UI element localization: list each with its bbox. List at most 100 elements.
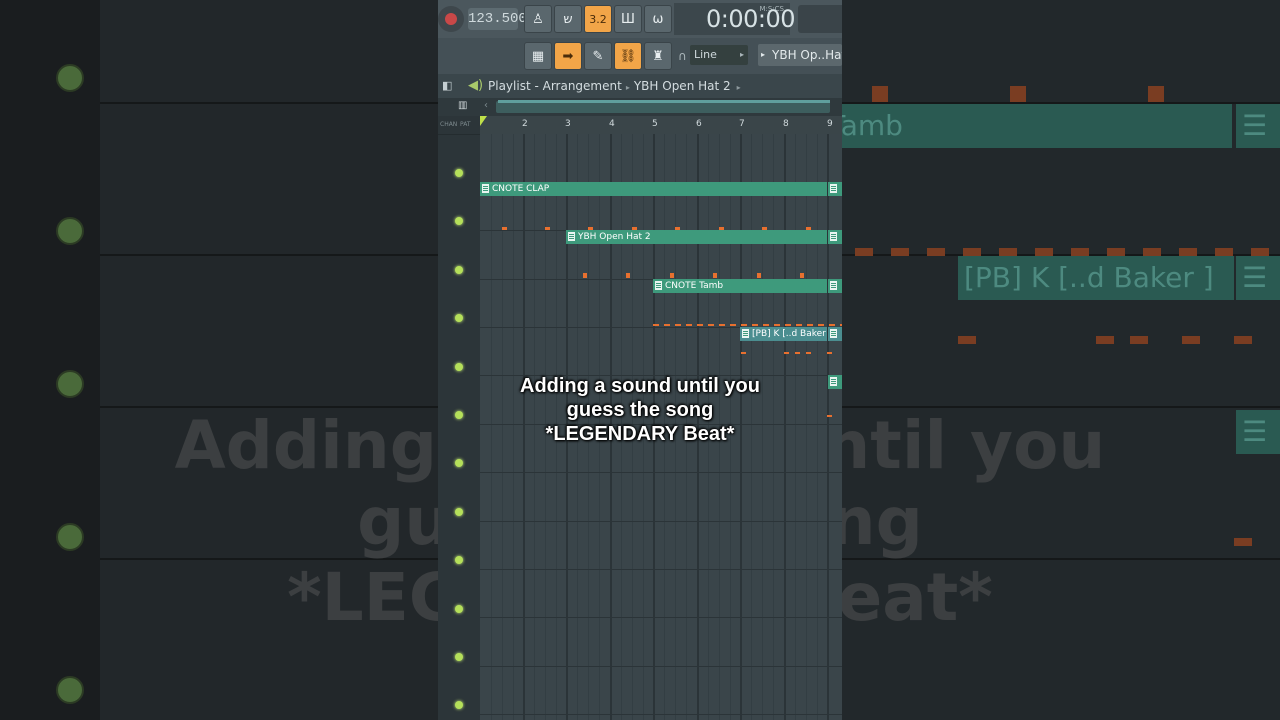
clip-menu-icon[interactable] <box>830 232 837 241</box>
pattern-clip[interactable] <box>828 182 842 196</box>
clip-menu-icon[interactable] <box>742 329 749 338</box>
clip-label: YBH Open Hat 2 <box>578 232 651 242</box>
track-mute-toggle[interactable] <box>455 701 463 709</box>
playhead-marker[interactable] <box>480 116 487 126</box>
pattern-clip[interactable]: CNOTE CLAP <box>480 182 827 196</box>
background-note <box>872 86 888 102</box>
clip-menu-icon[interactable] <box>830 329 837 338</box>
note-marker <box>653 324 842 326</box>
track-divider <box>480 617 842 618</box>
ruler-number: 6 <box>696 119 702 129</box>
track-mute-toggle[interactable] <box>455 314 463 322</box>
pattern-clip[interactable]: CNOTE Tamb <box>653 279 827 293</box>
step-edit-icon: Ш <box>621 11 635 27</box>
track-mute-toggle[interactable] <box>455 459 463 467</box>
background-note <box>1130 336 1148 344</box>
playlist-pattern[interactable]: YBH Open Hat 2 <box>634 79 731 93</box>
brush-tool-button[interactable]: ✎ <box>584 42 612 70</box>
background-dot <box>56 217 84 245</box>
background-dot <box>56 64 84 92</box>
link-button[interactable]: ⛓ <box>614 42 642 70</box>
snap-mode-select[interactable]: Line ▸ <box>690 45 748 65</box>
ruler-number: 3 <box>565 119 571 129</box>
clip-label: CNOTE CLAP <box>492 184 550 194</box>
background-note <box>958 336 976 344</box>
track-mute-toggle[interactable] <box>455 363 463 371</box>
breadcrumb-arrow-icon: ▸ <box>736 83 741 92</box>
track-mute-toggle[interactable] <box>455 217 463 225</box>
note-marker <box>757 273 761 278</box>
step-edit-button[interactable]: Ш <box>614 5 642 33</box>
arrow-tool-button[interactable]: ➡ <box>554 42 582 70</box>
clip-menu-icon[interactable] <box>830 184 837 193</box>
typing-keyboard-icon: ▦ <box>531 48 545 64</box>
metronome-button[interactable]: ♙ <box>524 5 552 33</box>
metronome-icon: ♙ <box>532 11 544 27</box>
note-marker <box>806 352 811 354</box>
hint-panel <box>798 5 842 33</box>
note-marker <box>800 273 804 278</box>
piano-icon[interactable]: ▥ <box>458 100 474 112</box>
transport-toolbar: 123.500 ♙ ש 3.2 Ш ω M:S:CS 0:00:00 <box>438 0 842 38</box>
record-icon <box>445 13 457 25</box>
clip-menu-icon[interactable] <box>568 232 575 241</box>
channel-select[interactable]: ▸ YBH Op..Hat <box>758 44 842 66</box>
pattern-clip[interactable]: YBH Open Hat 2 <box>566 230 827 244</box>
track-divider <box>438 134 480 135</box>
countdown-icon: 3.2 <box>589 12 607 26</box>
clip-menu-icon[interactable] <box>830 281 837 290</box>
track-divider <box>480 666 842 667</box>
stamp-button[interactable]: ♜ <box>644 42 672 70</box>
speaker-icon[interactable]: ◀) <box>468 74 483 98</box>
track-divider <box>480 521 842 522</box>
pat-header: PAT <box>460 121 471 128</box>
background-clip: ☰ <box>1236 104 1280 148</box>
clip-label: CNOTE Tamb <box>665 281 724 291</box>
caption-line: guess the song <box>566 399 714 421</box>
clip-menu-icon[interactable] <box>655 281 662 290</box>
track-mute-toggle[interactable] <box>455 266 463 274</box>
playlist-menu-icon[interactable]: ◧ <box>442 74 452 98</box>
tempo-display[interactable]: 123.500 <box>468 8 527 30</box>
ruler-number: 9 <box>827 119 833 129</box>
caption-line: *LEGENDARY Beat* <box>545 423 735 445</box>
background-note <box>1148 86 1164 102</box>
link-icon: ⛓ <box>619 48 637 64</box>
scrollbar-thumb[interactable] <box>498 100 830 103</box>
note-marker <box>502 227 507 230</box>
playlist-snap-bar: ▥ ‹ <box>438 98 842 116</box>
background-dot <box>56 370 84 398</box>
pattern-clip[interactable]: [PB] K [..d Baker ] <box>740 327 827 341</box>
timeline-ruler[interactable]: 2 3 4 5 6 7 8 9 <box>480 116 842 134</box>
track-mute-toggle[interactable] <box>455 169 463 177</box>
background-dot <box>56 676 84 704</box>
pattern-clip[interactable] <box>828 279 842 293</box>
wait-icon: ש <box>563 11 573 27</box>
ruler-number: 5 <box>652 119 658 129</box>
clip-menu-icon[interactable] <box>482 184 489 193</box>
track-mute-toggle[interactable] <box>455 556 463 564</box>
video-caption: Adding a sound until you guess the song … <box>438 374 842 446</box>
song-position-display: M:S:CS 0:00:00 <box>674 3 796 35</box>
track-mute-toggle[interactable] <box>455 605 463 613</box>
track-divider <box>480 472 842 473</box>
track-mute-toggle[interactable] <box>455 508 463 516</box>
brush-icon: ✎ <box>592 48 604 64</box>
pattern-clip[interactable] <box>828 327 842 341</box>
wait-input-button[interactable]: ש <box>554 5 582 33</box>
scroll-left-icon[interactable]: ‹ <box>484 100 488 111</box>
note-marker <box>713 273 717 278</box>
ruler-number: 7 <box>739 119 745 129</box>
ruler-number: 4 <box>609 119 615 129</box>
note-marker <box>670 273 674 278</box>
breadcrumb-arrow-icon: ▸ <box>625 83 630 92</box>
background-note <box>1010 86 1026 102</box>
note-marker <box>795 352 800 354</box>
pattern-clip[interactable] <box>828 230 842 244</box>
countdown-button[interactable]: 3.2 <box>584 5 612 33</box>
track-mute-toggle[interactable] <box>455 653 463 661</box>
loop-record-button[interactable]: ω <box>644 5 672 33</box>
typing-keyboard-button[interactable]: ▦ <box>524 42 552 70</box>
record-button[interactable] <box>438 6 464 32</box>
note-marker <box>583 273 587 278</box>
